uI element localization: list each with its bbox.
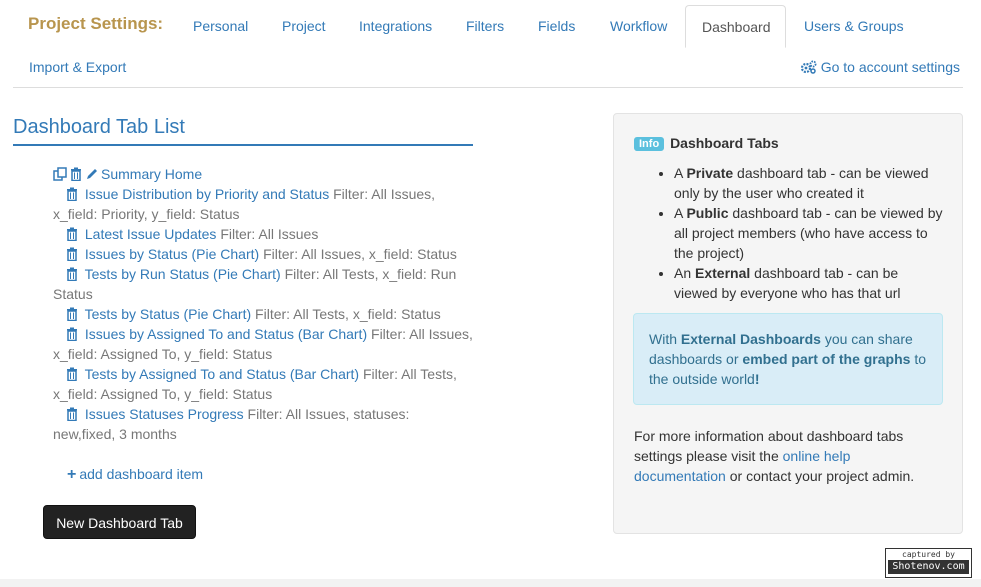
tab-fields[interactable]: Fields: [522, 5, 591, 47]
panel-bullets: A Private dashboard tab - can be viewed …: [634, 163, 944, 303]
dashboard-item: Tests by Assigned To and Status (Bar Cha…: [53, 364, 473, 404]
bullet-public: A Public dashboard tab - can be viewed b…: [674, 203, 944, 263]
dashboard-item-link[interactable]: Tests by Status (Pie Chart): [85, 306, 252, 322]
watermark-line1: captured by: [902, 550, 955, 559]
dashboard-tree: Summary Home Issue Distribution by Prior…: [53, 164, 473, 444]
panel-heading: Info Dashboard Tabs: [634, 135, 779, 151]
plus-icon: +: [67, 466, 77, 483]
panel-footer-text: For more information about dashboard tab…: [634, 428, 915, 484]
tree-root: Summary Home: [53, 164, 473, 184]
account-settings-label: Go to account settings: [820, 59, 960, 75]
dashboard-item-filter: Filter: All Issues, x_field: Status: [263, 246, 457, 262]
gears-icon: [800, 60, 817, 74]
add-dashboard-item-label: add dashboard item: [79, 466, 204, 482]
pencil-icon[interactable]: [85, 167, 99, 181]
add-dashboard-item-link[interactable]: + add dashboard item: [67, 466, 203, 484]
tab-integrations[interactable]: Integrations: [343, 5, 448, 47]
dashboard-tab-list-title: Dashboard Tab List: [13, 116, 473, 146]
dashboard-item-link[interactable]: Tests by Assigned To and Status (Bar Cha…: [85, 366, 359, 382]
page-brand-title: Project Settings:: [28, 14, 164, 33]
tab-filters[interactable]: Filters: [450, 5, 520, 47]
info-badge: Info: [634, 137, 665, 151]
tab-workflow[interactable]: Workflow: [594, 5, 683, 47]
dashboard-item-link[interactable]: Tests by Run Status (Pie Chart): [85, 266, 281, 282]
top-navigation: Project Settings: Personal Project Integ…: [0, 0, 981, 88]
dashboard-item-filter: Filter: All Tests, x_field: Status: [255, 306, 441, 322]
dashboard-item: Tests by Status (Pie Chart) Filter: All …: [53, 304, 473, 324]
tab-users-groups[interactable]: Users & Groups: [788, 5, 920, 47]
bullet-private: A Private dashboard tab - can be viewed …: [674, 163, 944, 203]
tab-project[interactable]: Project: [266, 5, 342, 47]
panel-heading-text: Dashboard Tabs: [670, 135, 779, 151]
dashboard-item: Issues Statuses Progress Filter: All Iss…: [53, 404, 473, 444]
dashboard-item: Issues by Status (Pie Chart) Filter: All…: [53, 244, 473, 264]
dashboard-item-link[interactable]: Latest Issue Updates: [85, 226, 217, 242]
new-dashboard-tab-button[interactable]: New Dashboard Tab: [43, 505, 196, 539]
trash-icon[interactable]: [65, 327, 79, 341]
tab-import-export[interactable]: Import & Export: [29, 59, 126, 75]
account-settings-link[interactable]: Go to account settings: [800, 59, 960, 75]
tree-root-link[interactable]: Summary Home: [101, 166, 202, 182]
info-panel: Info Dashboard Tabs A Private dashboard …: [613, 113, 963, 534]
trash-icon[interactable]: [65, 407, 79, 421]
trash-icon[interactable]: [65, 227, 79, 241]
nav-divider: [13, 87, 963, 88]
dashboard-item-link[interactable]: Issues Statuses Progress: [85, 406, 244, 422]
external-dashboards-alert: With External Dashboards you can share d…: [633, 313, 943, 405]
trash-icon[interactable]: [65, 267, 79, 281]
trash-icon[interactable]: [65, 307, 79, 321]
trash-icon[interactable]: [69, 167, 83, 181]
watermark-logo: captured by Shotenov.com: [885, 548, 972, 578]
bullet-external: An External dashboard tab - can be viewe…: [674, 263, 944, 303]
tab-personal[interactable]: Personal: [177, 5, 264, 47]
tree-items: Issue Distribution by Priority and Statu…: [53, 184, 473, 444]
dashboard-item: Issues by Assigned To and Status (Bar Ch…: [53, 324, 473, 364]
dashboard-item-link[interactable]: Issues by Assigned To and Status (Bar Ch…: [85, 326, 367, 342]
trash-icon[interactable]: [65, 367, 79, 381]
trash-icon[interactable]: [65, 247, 79, 261]
bottom-strip: [0, 579, 981, 587]
dashboard-item: Issue Distribution by Priority and Statu…: [53, 184, 473, 224]
copy-icon[interactable]: [53, 167, 67, 181]
trash-icon[interactable]: [65, 187, 79, 201]
dashboard-item: Tests by Run Status (Pie Chart) Filter: …: [53, 264, 473, 304]
watermark-line2: Shotenov.com: [888, 560, 969, 574]
tab-dashboard[interactable]: Dashboard: [685, 5, 786, 48]
dashboard-item-filter: Filter: All Issues: [220, 226, 319, 242]
dashboard-item-link[interactable]: Issue Distribution by Priority and Statu…: [85, 186, 329, 202]
dashboard-item-link[interactable]: Issues by Status (Pie Chart): [85, 246, 259, 262]
dashboard-item: Latest Issue Updates Filter: All Issues: [53, 224, 473, 244]
